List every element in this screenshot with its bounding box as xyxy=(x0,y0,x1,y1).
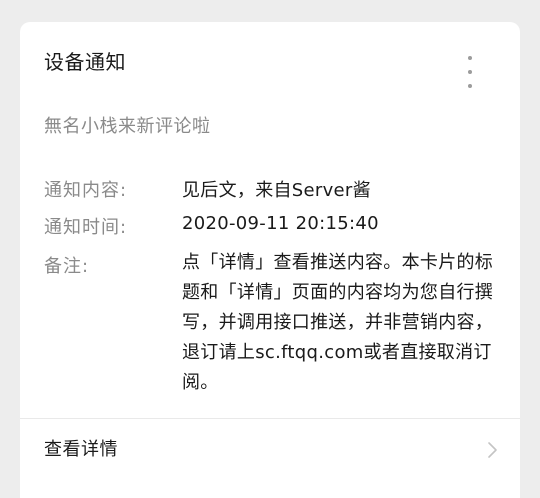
card-title: 设备通知 xyxy=(44,50,126,74)
remark-value: 点「详情」查看推送内容。本卡片的标题和「详情」页面的内容均为您自行撰写，并调用接… xyxy=(182,252,494,393)
view-details-link[interactable]: 查看详情 xyxy=(20,419,520,479)
content-label: 通知内容: xyxy=(44,180,128,201)
time-value: 2020-09-11 20:15:40 xyxy=(182,213,379,234)
notification-card: 设备通知 無名小栈来新评论啦 通知内容: 见后文，来自Server酱 通知时间:… xyxy=(20,22,520,498)
more-vertical-icon xyxy=(468,56,472,60)
content-value: 见后文，来自Server酱 xyxy=(182,180,371,201)
card-subtitle: 無名小栈来新评论啦 xyxy=(44,116,211,137)
time-label: 通知时间: xyxy=(44,217,128,238)
view-details-label: 查看详情 xyxy=(44,439,118,460)
remark-label: 备注: xyxy=(44,256,90,277)
more-options-button[interactable] xyxy=(460,56,480,88)
chevron-right-icon xyxy=(488,442,497,458)
